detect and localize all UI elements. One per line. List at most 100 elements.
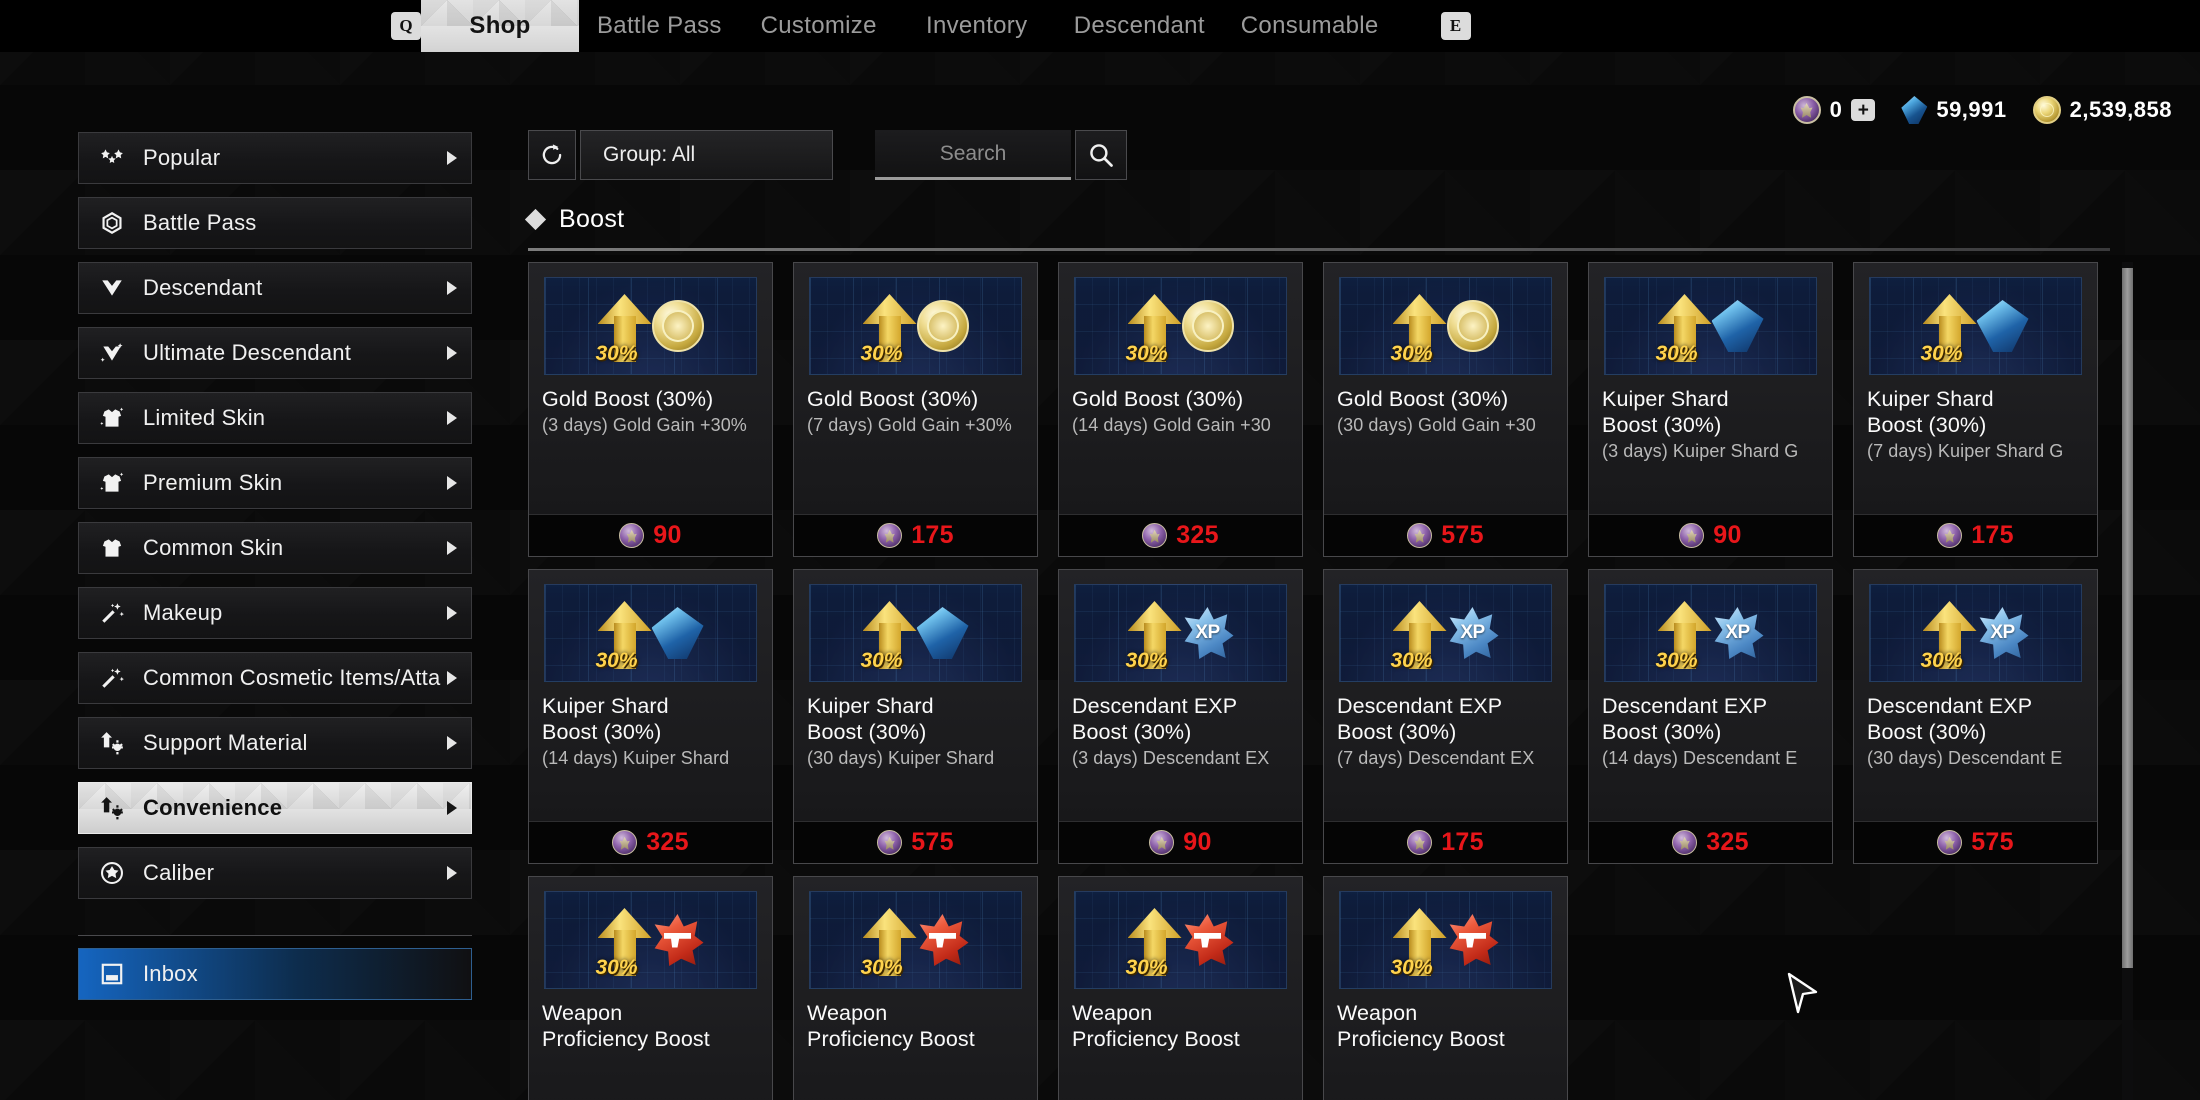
item-card[interactable]: 30% Weapon Proficiency Boost <box>793 876 1038 1100</box>
sidebar-item-ultimate-descendant[interactable]: Ultimate Descendant <box>78 327 472 379</box>
sidebar-item-descendant[interactable]: Descendant <box>78 262 472 314</box>
boost-percent-label: 30% <box>1390 956 1433 979</box>
item-card[interactable]: 30% Kuiper Shard Boost (30%) (30 days) Kui… <box>793 569 1038 864</box>
item-card[interactable]: 30% Kuiper Shard Boost (30%) (7 days) Kuip… <box>1853 262 2098 557</box>
card-title: Kuiper Shard Boost (30%) <box>542 694 669 744</box>
item-card[interactable]: 30% XP Descendant EXP Boost (30%) (7 days) … <box>1323 569 1568 864</box>
boost-arrow-icon: 30% <box>1391 904 1447 979</box>
group-filter-select[interactable]: Group: All <box>580 130 833 180</box>
sidebar-divider <box>78 935 472 936</box>
card-price-row: 175 <box>1324 821 1567 863</box>
tab-descendant[interactable]: Descendant <box>1056 0 1223 52</box>
shirt-icon <box>97 534 127 562</box>
card-price-row: 575 <box>794 821 1037 863</box>
card-title: Kuiper Shard Boost (30%) <box>1867 387 1994 437</box>
card-thumbnail: 30% <box>809 891 1022 989</box>
tab-battle-pass[interactable]: Battle Pass <box>579 0 740 52</box>
card-thumbnail: 30% <box>1869 277 2082 375</box>
tab-customize[interactable]: Customize <box>740 0 898 52</box>
card-price: 90 <box>653 521 682 549</box>
tab-consumable[interactable]: Consumable <box>1223 0 1397 52</box>
key-hint-q[interactable]: Q <box>391 12 421 40</box>
sidebar-item-label: Inbox <box>143 961 198 986</box>
add-caliber-button[interactable]: + <box>1851 99 1876 121</box>
wand-icon <box>97 599 127 627</box>
item-card[interactable]: 30% Gold Boost (30%) (14 days) Gold Gain +… <box>1058 262 1303 557</box>
weapon-badge-icon <box>1449 914 1499 966</box>
card-thumbnail: 30% XP <box>1339 584 1552 682</box>
item-card[interactable]: 30% Kuiper Shard Boost (30%) (3 days) Kuip… <box>1588 262 1833 557</box>
boost-percent-label: 30% <box>1655 649 1698 672</box>
boost-arrow-icon: 30% <box>1656 290 1712 365</box>
caliber-amount: 0 <box>1829 97 1843 122</box>
search-input[interactable]: Search <box>875 130 1071 180</box>
caliber-icon <box>1792 96 1821 124</box>
card-price-row: 90 <box>1059 821 1302 863</box>
sidebar-item-battle-pass[interactable]: Battle Pass <box>78 197 472 249</box>
sidebar-item-premium-skin[interactable]: Premium Skin <box>78 457 472 509</box>
sidebar-item-caliber[interactable]: Caliber <box>78 847 472 899</box>
group-filter-label: Group: All <box>603 143 696 166</box>
boost-percent-label: 30% <box>1125 956 1168 979</box>
xp-badge-label: XP <box>1195 622 1220 643</box>
sidebar-item-limited-skin[interactable]: Limited Skin <box>78 392 472 444</box>
caliber-icon <box>619 523 645 548</box>
card-title: Weapon Proficiency Boost <box>807 1001 975 1051</box>
item-card[interactable]: 30% XP Descendant EXP Boost (30%) (14 days)… <box>1588 569 1833 864</box>
card-artwork: 30% <box>1340 892 1551 988</box>
sidebar-item-inbox[interactable]: Inbox <box>78 948 472 1000</box>
chevron-right-icon <box>447 151 457 165</box>
kuiper-shard-icon <box>916 607 969 659</box>
card-price: 325 <box>1176 521 1219 549</box>
chevron-right-icon <box>447 346 457 360</box>
sidebar-item-common-cosmetic-items[interactable]: Common Cosmetic Items/Atta <box>78 652 472 704</box>
sidebar-item-makeup[interactable]: Makeup <box>78 587 472 639</box>
sidebar-item-label: Common Cosmetic Items/Atta <box>143 665 441 690</box>
boost-percent-label: 30% <box>1655 342 1698 365</box>
top-navigation-bar: Q Shop Battle Pass Customize Inventory D… <box>0 0 2200 52</box>
sidebar-item-label: Makeup <box>143 600 223 625</box>
card-title: Weapon Proficiency Boost <box>542 1001 710 1051</box>
item-card[interactable]: 30% Gold Boost (30%) (30 days) Gold Gain +… <box>1323 262 1568 557</box>
scrollbar-thumb[interactable] <box>2122 268 2133 968</box>
card-artwork: 30% <box>1605 278 1816 374</box>
gold-coin-icon <box>1446 300 1499 352</box>
item-card[interactable]: 30% Gold Boost (30%) (7 days) Gold Gain +3… <box>793 262 1038 557</box>
boost-percent-label: 30% <box>860 342 903 365</box>
item-card[interactable]: 30% Gold Boost (30%) (3 days) Gold Gain +3… <box>528 262 773 557</box>
card-price-row: 575 <box>1854 821 2097 863</box>
item-card[interactable]: 30% Weapon Proficiency Boost <box>1323 876 1568 1100</box>
item-card[interactable]: 30% XP Descendant EXP Boost (30%) (3 days) … <box>1058 569 1303 864</box>
sidebar-item-popular[interactable]: Popular <box>78 132 472 184</box>
sidebar-item-convenience[interactable]: Convenience <box>78 782 472 834</box>
item-card[interactable]: 30% Kuiper Shard Boost (30%) (14 days) Kui… <box>528 569 773 864</box>
item-card[interactable]: 30% Weapon Proficiency Boost <box>1058 876 1303 1100</box>
item-card[interactable]: 30% XP Descendant EXP Boost (30%) (30 days)… <box>1853 569 2098 864</box>
boost-percent-label: 30% <box>595 342 638 365</box>
refresh-button[interactable] <box>528 130 576 180</box>
card-price-row: 575 <box>1324 514 1567 556</box>
upgrade-gear-icon <box>97 794 127 822</box>
card-price: 175 <box>1441 828 1484 856</box>
card-description: (14 days) Kuiper Shard <box>542 748 730 768</box>
mouse-cursor <box>1787 972 1818 1014</box>
sidebar-item-support-material[interactable]: Support Material <box>78 717 472 769</box>
search-area: Search <box>875 130 1127 180</box>
card-artwork: 30% <box>810 892 1021 988</box>
card-artwork: 30% XP <box>1075 585 1286 681</box>
tab-shop[interactable]: Shop <box>421 0 579 52</box>
card-description: (30 days) Descendant E <box>1867 748 2063 768</box>
boost-percent-label: 30% <box>1390 342 1433 365</box>
card-price: 90 <box>1713 521 1742 549</box>
card-thumbnail: 30% <box>1074 891 1287 989</box>
card-artwork: 30% <box>1075 278 1286 374</box>
item-card[interactable]: 30% Weapon Proficiency Boost <box>528 876 773 1100</box>
chevron-right-icon <box>447 411 457 425</box>
card-artwork: 30% <box>810 585 1021 681</box>
tab-inventory[interactable]: Inventory <box>898 0 1056 52</box>
boost-arrow-icon: 30% <box>1391 597 1447 672</box>
sidebar-item-common-skin[interactable]: Common Skin <box>78 522 472 574</box>
search-button[interactable] <box>1075 130 1127 180</box>
key-hint-e[interactable]: E <box>1440 12 1471 40</box>
card-thumbnail: 30% <box>1074 277 1287 375</box>
